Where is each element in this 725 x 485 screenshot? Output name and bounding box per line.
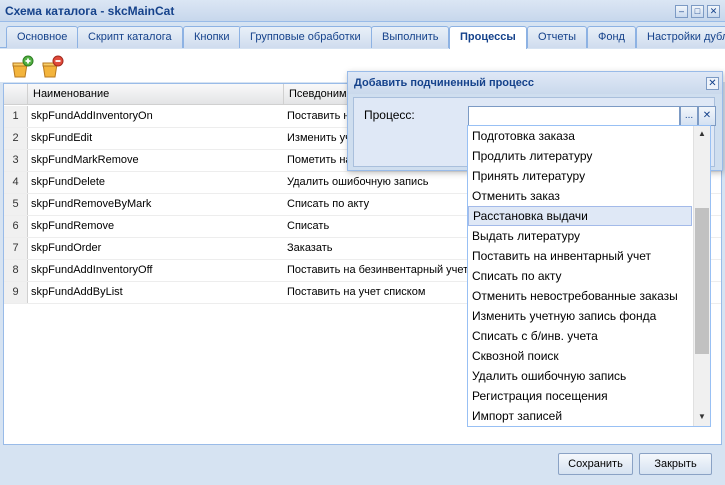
window-footer: Сохранить Закрыть: [0, 446, 725, 485]
process-name-cell: skpFundMarkRemove: [31, 154, 139, 166]
process-alias-cell: Списать по акту: [287, 198, 370, 210]
process-name-cell: skpFundAddByList: [31, 286, 123, 298]
column-header-name[interactable]: Наименование: [28, 84, 284, 105]
tab-buttons[interactable]: Кнопки: [183, 26, 241, 48]
process-dropdown-list: Подготовка заказа Продлить литературу Прин…: [467, 125, 711, 427]
process-alias-cell: Пометить на: [287, 154, 352, 166]
dropdown-item[interactable]: Поставить на инвентарный учет: [468, 246, 692, 266]
row-number: 5: [4, 194, 28, 215]
process-alias-cell: Списать: [287, 220, 330, 232]
process-field-label: Процесс:: [364, 108, 415, 122]
process-name-cell: skpFundRemoveByMark: [31, 198, 152, 210]
process-name-cell: skpFundOrder: [31, 242, 102, 254]
process-combo-input[interactable]: [468, 106, 680, 126]
dropdown-item[interactable]: Отменить невостребованные заказы: [468, 286, 692, 306]
window-titlebar: Схема каталога - skcMainCat – □ ✕: [0, 0, 725, 22]
window-title: Схема каталога - skcMainCat: [5, 4, 175, 18]
tab-processes[interactable]: Процессы: [449, 26, 527, 49]
process-alias-cell: Поставить н: [287, 110, 350, 122]
process-alias-cell: Изменить уч: [287, 132, 351, 144]
tab-strip: Основное Скрипт каталога Кнопки Групповы…: [0, 22, 725, 49]
row-number: 8: [4, 260, 28, 281]
dropdown-item[interactable]: Подготовка заказа: [468, 126, 692, 146]
dropdown-item[interactable]: Принять литературу: [468, 166, 692, 186]
tab-duplicate-settings[interactable]: Настройки дубл: [636, 26, 725, 48]
row-number: 3: [4, 150, 28, 171]
scroll-down-icon[interactable]: ▼: [694, 409, 710, 425]
process-name-cell: skpFundAddInventoryOn: [31, 110, 153, 122]
dropdown-scrollbar[interactable]: ▲ ▼: [693, 126, 710, 426]
save-button[interactable]: Сохранить: [558, 453, 633, 475]
minimize-icon[interactable]: –: [675, 5, 688, 18]
process-name-cell: skpFundEdit: [31, 132, 93, 144]
row-number: 4: [4, 172, 28, 193]
dropdown-item[interactable]: Расстановка выдачи: [468, 206, 692, 226]
dropdown-item[interactable]: Отменить заказ: [468, 186, 692, 206]
tab-reports[interactable]: Отчеты: [527, 26, 588, 48]
row-number: 2: [4, 128, 28, 149]
dialog-close-icon[interactable]: ✕: [706, 77, 719, 90]
dropdown-item[interactable]: Сквозной поиск: [468, 346, 692, 366]
dropdown-item[interactable]: Выдать литературу: [468, 226, 692, 246]
row-number: 1: [4, 106, 28, 127]
dropdown-item[interactable]: Изменить учетную запись фонда: [468, 306, 692, 326]
tab-catalog-script[interactable]: Скрипт каталога: [77, 26, 183, 48]
close-button[interactable]: Закрыть: [639, 453, 712, 475]
process-name-cell: skpFundDelete: [31, 176, 105, 188]
tab-execute[interactable]: Выполнить: [371, 26, 450, 48]
tab-main[interactable]: Основное: [6, 26, 79, 48]
add-process-icon[interactable]: [10, 55, 34, 79]
combo-trigger-button[interactable]: ...: [680, 106, 698, 126]
row-number-header: [4, 84, 28, 105]
process-alias-cell: Поставить на учет списком: [287, 286, 426, 298]
tab-group-processing[interactable]: Групповые обработки: [239, 26, 372, 48]
scroll-thumb[interactable]: [695, 208, 709, 354]
dropdown-item[interactable]: Удалить ошибочную запись: [468, 366, 692, 386]
dialog-header: Добавить подчиненный процесс ✕: [348, 72, 722, 94]
process-name-cell: skpFundAddInventoryOff: [31, 264, 153, 276]
row-number: 6: [4, 216, 28, 237]
tab-fund[interactable]: Фонд: [587, 26, 636, 48]
row-number: 9: [4, 282, 28, 303]
dialog-title: Добавить подчиненный процесс: [354, 77, 534, 89]
dropdown-item[interactable]: Регистрация посещения: [468, 386, 692, 406]
remove-process-icon[interactable]: [40, 55, 64, 79]
maximize-icon[interactable]: □: [691, 5, 704, 18]
row-number: 7: [4, 238, 28, 259]
process-name-cell: skpFundRemove: [31, 220, 115, 232]
dropdown-item[interactable]: Продлить литературу: [468, 146, 692, 166]
dropdown-item[interactable]: Импорт записей: [468, 406, 692, 426]
clear-field-icon[interactable]: ✕: [698, 106, 716, 126]
process-alias-cell: Заказать: [287, 242, 333, 254]
dropdown-item[interactable]: Списать с б/инв. учета: [468, 326, 692, 346]
scroll-up-icon[interactable]: ▲: [694, 126, 710, 142]
process-alias-cell: Поставить на безинвентарный учет: [287, 264, 469, 276]
process-alias-cell: Удалить ошибочную запись: [287, 176, 429, 188]
dropdown-item[interactable]: Списать по акту: [468, 266, 692, 286]
close-icon[interactable]: ✕: [707, 5, 720, 18]
